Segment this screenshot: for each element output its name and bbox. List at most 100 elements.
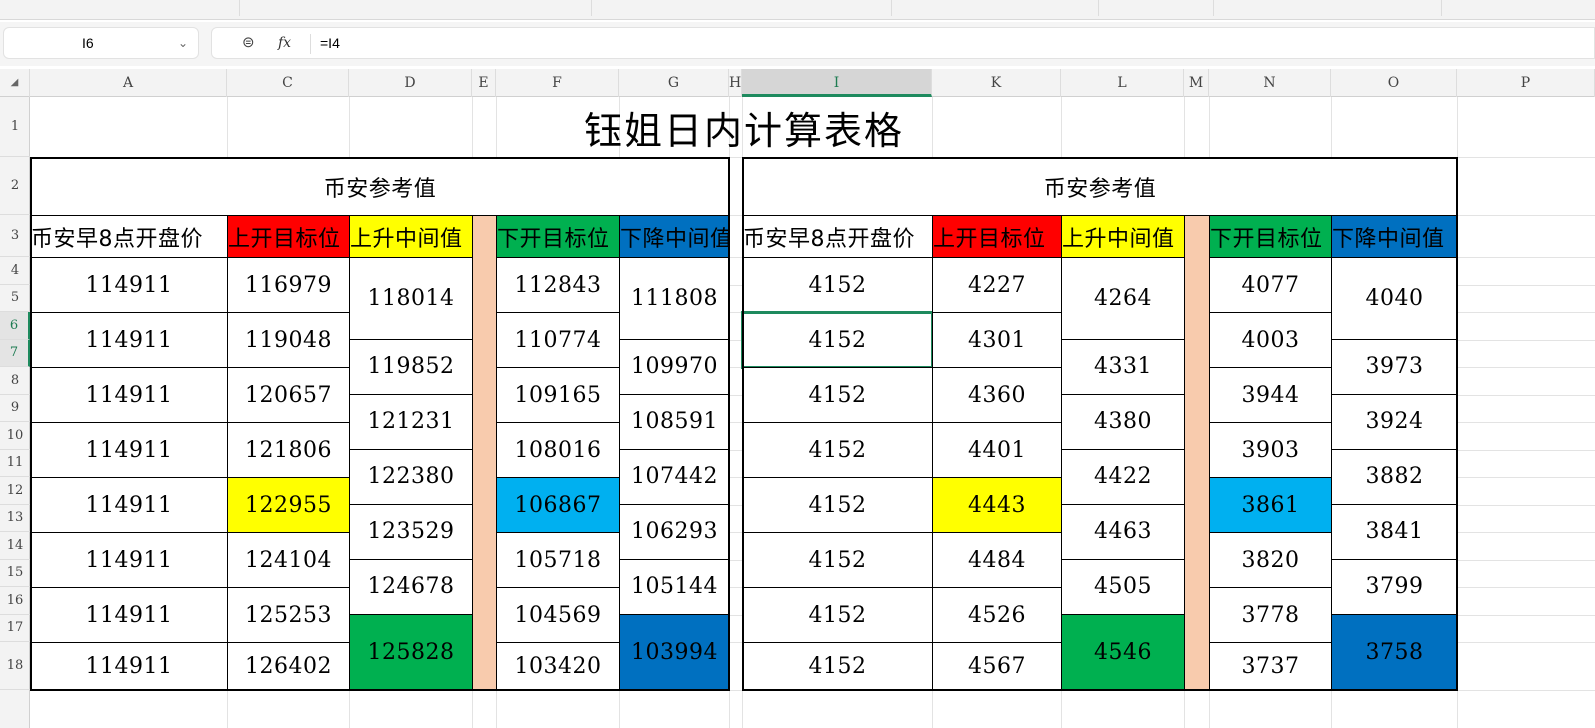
chevron-down-icon[interactable]: ⌄ — [178, 28, 188, 58]
value-cell-up-mid[interactable]: 4463 — [1061, 503, 1185, 560]
value-cell-open[interactable]: 4152 — [742, 642, 933, 691]
row-header-3[interactable]: 3 — [0, 215, 30, 257]
row-header-7[interactable]: 7 — [0, 339, 30, 367]
row-header-16[interactable]: 16 — [0, 587, 30, 615]
value-cell-up-target[interactable]: 4443 — [932, 477, 1062, 533]
select-all-corner[interactable]: ◢ — [0, 69, 30, 97]
column-header-E[interactable]: E — [472, 69, 496, 97]
value-cell-up-target[interactable]: 4360 — [932, 367, 1062, 423]
value-cell-open[interactable]: 4152 — [742, 532, 933, 588]
value-cell-down-target[interactable]: 3820 — [1209, 532, 1332, 588]
value-cell-up-mid[interactable]: 125828 — [349, 613, 473, 691]
column-header-F[interactable]: F — [496, 69, 619, 97]
sheet-title[interactable]: 钰姐日内计算表格 — [30, 97, 1458, 158]
value-cell-up-mid[interactable]: 118014 — [349, 257, 473, 340]
value-cell-up-mid[interactable]: 119852 — [349, 338, 473, 395]
row-header-5[interactable]: 5 — [0, 285, 30, 312]
column-header-P[interactable]: P — [1457, 69, 1595, 97]
row-header-12[interactable]: 12 — [0, 477, 30, 505]
value-cell-down-target[interactable]: 3737 — [1209, 642, 1332, 691]
value-cell-up-mid[interactable]: 4380 — [1061, 393, 1185, 450]
value-cell-open[interactable]: 114911 — [30, 477, 228, 533]
value-cell-down-mid[interactable]: 3882 — [1331, 448, 1458, 505]
value-cell-down-mid[interactable]: 3924 — [1331, 393, 1458, 450]
separator-column[interactable] — [472, 215, 497, 691]
value-cell-open[interactable]: 114911 — [30, 422, 228, 478]
value-cell-up-target[interactable]: 121806 — [227, 422, 350, 478]
value-cell-open[interactable]: 4152 — [742, 477, 933, 533]
row-header-14[interactable]: 14 — [0, 532, 30, 560]
column-label[interactable]: 币安早8点开盘价 — [742, 215, 933, 258]
column-header-O[interactable]: O — [1331, 69, 1457, 97]
value-cell-up-mid[interactable]: 4422 — [1061, 448, 1185, 505]
value-cell-up-target[interactable]: 122955 — [227, 477, 350, 533]
row-header-13[interactable]: 13 — [0, 505, 30, 532]
zoom-icon[interactable]: ⊜ — [242, 28, 255, 58]
value-cell-down-target[interactable]: 105718 — [496, 532, 620, 588]
value-cell-up-target[interactable]: 4301 — [932, 312, 1062, 368]
table-subtitle[interactable]: 币安参考值 — [30, 157, 730, 216]
column-header-M[interactable]: M — [1184, 69, 1209, 97]
row-header-4[interactable]: 4 — [0, 257, 30, 285]
value-cell-up-mid[interactable]: 121231 — [349, 393, 473, 450]
table-subtitle[interactable]: 币安参考值 — [742, 157, 1458, 216]
value-cell-open[interactable]: 4152 — [741, 311, 934, 369]
row-header-17[interactable]: 17 — [0, 615, 30, 642]
value-cell-down-target[interactable]: 3944 — [1209, 367, 1332, 423]
value-cell-up-target[interactable]: 119048 — [227, 312, 350, 368]
value-cell-down-mid[interactable]: 3799 — [1331, 558, 1458, 615]
value-cell-down-target[interactable]: 112843 — [496, 257, 620, 313]
separator-column[interactable] — [1184, 215, 1210, 691]
value-cell-open[interactable]: 4152 — [742, 587, 933, 643]
value-cell-up-target[interactable]: 4401 — [932, 422, 1062, 478]
value-cell-open[interactable]: 4152 — [742, 367, 933, 423]
value-cell-down-target[interactable]: 4003 — [1209, 312, 1332, 368]
function-icon[interactable]: fx — [278, 28, 291, 58]
row-header-9[interactable]: 9 — [0, 395, 30, 422]
column-label[interactable]: 上升中间值 — [1061, 215, 1185, 258]
value-cell-down-target[interactable]: 3903 — [1209, 422, 1332, 478]
column-header-L[interactable]: L — [1061, 69, 1184, 97]
value-cell-down-mid[interactable]: 105144 — [619, 558, 730, 615]
value-cell-down-target[interactable]: 4077 — [1209, 257, 1332, 313]
value-cell-down-mid[interactable]: 109970 — [619, 338, 730, 395]
column-header-G[interactable]: G — [619, 69, 729, 97]
value-cell-open[interactable]: 114911 — [30, 587, 228, 643]
value-cell-up-mid[interactable]: 4505 — [1061, 558, 1185, 615]
row-header-1[interactable]: 1 — [0, 97, 30, 157]
column-label[interactable]: 上开目标位 — [932, 215, 1062, 258]
column-header-K[interactable]: K — [932, 69, 1061, 97]
value-cell-up-target[interactable]: 124104 — [227, 532, 350, 588]
column-label[interactable]: 上开目标位 — [227, 215, 350, 258]
column-label[interactable]: 下开目标位 — [496, 215, 620, 258]
value-cell-up-target[interactable]: 4227 — [932, 257, 1062, 313]
row-header-8[interactable]: 8 — [0, 367, 30, 395]
value-cell-up-target[interactable]: 126402 — [227, 642, 350, 691]
column-label[interactable]: 下开目标位 — [1209, 215, 1332, 258]
row-header-18[interactable]: 18 — [0, 642, 30, 690]
row-header-6[interactable]: 6 — [0, 312, 30, 340]
value-cell-up-mid[interactable]: 4546 — [1061, 613, 1185, 691]
value-cell-down-target[interactable]: 103420 — [496, 642, 620, 691]
value-cell-down-mid[interactable]: 106293 — [619, 503, 730, 560]
name-box[interactable]: I6 ⌄ — [3, 27, 199, 59]
value-cell-up-target[interactable]: 4567 — [932, 642, 1062, 691]
value-cell-down-mid[interactable]: 103994 — [619, 613, 730, 691]
column-label[interactable]: 下降中间值 — [1331, 215, 1458, 258]
value-cell-up-target[interactable]: 120657 — [227, 367, 350, 423]
value-cell-up-mid[interactable]: 4264 — [1061, 257, 1185, 340]
value-cell-down-target[interactable]: 109165 — [496, 367, 620, 423]
value-cell-up-mid[interactable]: 122380 — [349, 448, 473, 505]
value-cell-down-target[interactable]: 110774 — [496, 312, 620, 368]
value-cell-down-mid[interactable]: 107442 — [619, 448, 730, 505]
value-cell-open[interactable]: 4152 — [742, 422, 933, 478]
value-cell-open[interactable]: 4152 — [742, 257, 933, 313]
value-cell-down-target[interactable]: 108016 — [496, 422, 620, 478]
formula-input[interactable]: ⊜ fx =I4 — [211, 27, 1595, 59]
value-cell-up-mid[interactable]: 124678 — [349, 558, 473, 615]
value-cell-open[interactable]: 114911 — [30, 312, 228, 368]
column-header-H[interactable]: H — [729, 69, 742, 97]
value-cell-down-mid[interactable]: 108591 — [619, 393, 730, 450]
row-header-11[interactable]: 11 — [0, 450, 30, 477]
column-header-I[interactable]: I — [742, 69, 932, 97]
